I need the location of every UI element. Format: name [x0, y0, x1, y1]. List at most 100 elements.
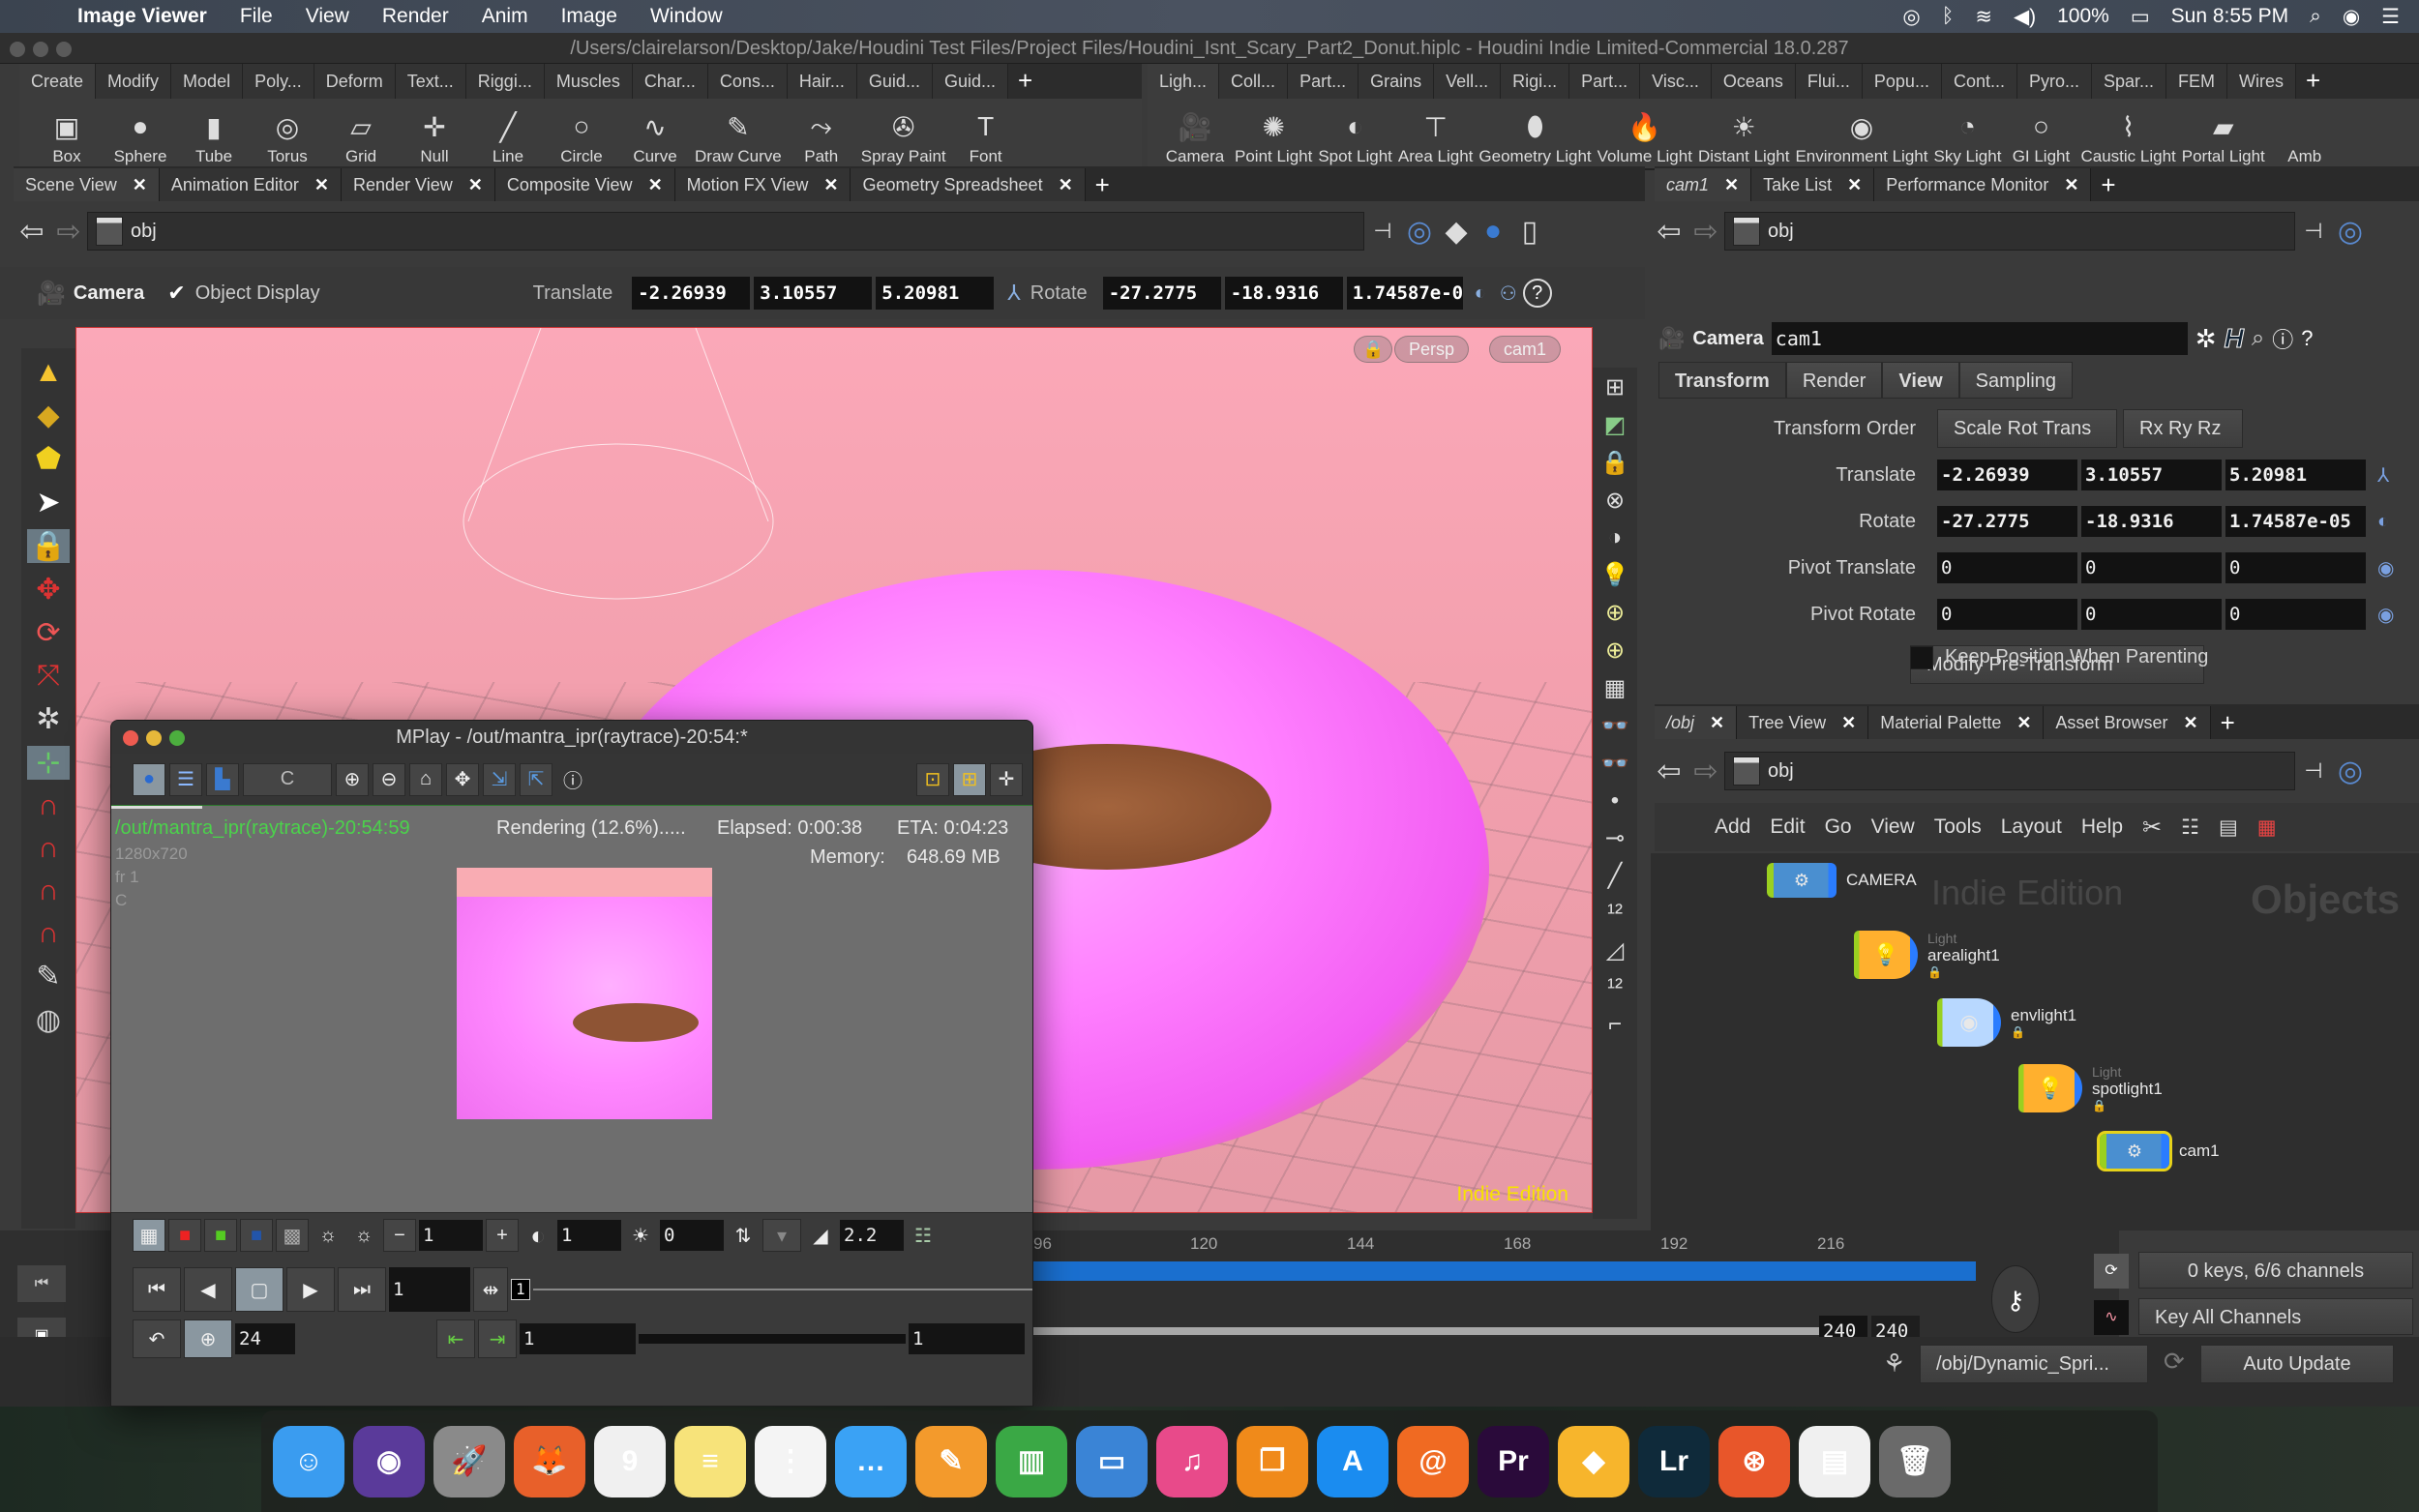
lock-view-icon[interactable]: 🔒 — [1600, 449, 1629, 477]
flipbook-icon[interactable]: ◍ — [36, 1003, 61, 1037]
close-button[interactable] — [123, 730, 138, 746]
frame-slider[interactable] — [533, 1289, 1032, 1290]
shelf-tool-sphere[interactable]: ● Sphere — [106, 99, 174, 170]
pivot-rotate-z-field[interactable]: 0 — [2225, 599, 2366, 630]
render-region-icon[interactable]: ⊡ — [916, 762, 949, 796]
background-icon[interactable]: ▯ — [1511, 215, 1548, 249]
shelf-tool-line[interactable]: ╱ Line — [474, 99, 542, 170]
shelf-tab[interactable]: Pyro... — [2016, 64, 2092, 99]
offset-field[interactable]: 0 — [660, 1220, 724, 1251]
shelf-tool-sky-light[interactable]: ◔ Sky Light — [1933, 99, 2002, 170]
close-icon[interactable]: ✕ — [468, 168, 483, 201]
translate-handle-icon[interactable]: ⅄ — [2377, 463, 2389, 488]
display-options-icon[interactable]: ◆ — [1438, 215, 1475, 249]
tab-animation-editor[interactable]: Animation Editor ✕ — [159, 168, 342, 201]
tab-asset-browser[interactable]: Asset Browser ✕ — [2044, 706, 2211, 739]
tab-tree-view[interactable]: Tree View ✕ — [1737, 706, 1869, 739]
battery-icon[interactable]: ▭ — [2131, 5, 2150, 29]
grid-display-icon[interactable]: ⊞ — [1605, 373, 1625, 401]
link-icon[interactable]: ◎ — [2332, 755, 2369, 788]
trash-icon[interactable]: 🗑 — [1879, 1425, 1951, 1497]
shelf-tool-font[interactable]: T Font — [952, 99, 1020, 170]
snap-grid-icon[interactable]: ∩ — [38, 789, 59, 822]
exposure-icon[interactable]: ☼ — [347, 1219, 380, 1252]
display-mode-icon[interactable]: ● — [133, 762, 165, 796]
shelf-tool-spray-paint[interactable]: ✇ Spray Paint — [861, 99, 946, 170]
rotate-x-field[interactable]: -27.2775 — [1937, 506, 2077, 537]
move-tool-icon[interactable]: ✥ — [36, 573, 60, 607]
close-button[interactable] — [10, 42, 25, 57]
shelf-tool-tube[interactable]: ▮ Tube — [180, 99, 248, 170]
shelf-tab[interactable]: Visc... — [1640, 64, 1712, 99]
translate-x-field[interactable]: -2.26939 — [1937, 460, 2077, 490]
point-normal-icon[interactable]: ⊸ — [1605, 824, 1625, 852]
play-backward-button[interactable]: ◀ — [184, 1267, 232, 1312]
shelf-tab[interactable]: Text... — [395, 64, 466, 99]
shelf-tool-volume-light[interactable]: 🔥 Volume Light — [1598, 99, 1692, 170]
keep-position-checkbox[interactable] — [1910, 646, 1933, 669]
menu-view[interactable]: View — [1871, 815, 1915, 839]
shading-mode-icon[interactable]: ▦ — [1604, 674, 1627, 702]
shelf-tab[interactable]: Cont... — [1941, 64, 2017, 99]
shelf-tool-area-light[interactable]: ⊤ Area Light — [1398, 99, 1474, 170]
range-end-field[interactable]: 1 — [909, 1323, 1025, 1354]
exposure-minus-button[interactable]: − — [383, 1219, 416, 1252]
shelf-tool-draw-curve[interactable]: ✎ Draw Curve — [695, 99, 782, 170]
node-cam1[interactable]: ⚙ cam1 — [2097, 1131, 2220, 1171]
vector-display-icon[interactable]: ╱ — [1608, 862, 1622, 890]
firefox-icon[interactable]: 🦊 — [514, 1425, 585, 1497]
close-icon[interactable]: ✕ — [2016, 706, 2031, 739]
notes-icon[interactable]: ✎ — [36, 960, 60, 993]
pivot-rotate-handle-icon[interactable]: ◉ — [2377, 603, 2394, 627]
close-icon[interactable]: ✕ — [2183, 706, 2197, 739]
step-frame-icon[interactable]: ⇹ — [473, 1267, 508, 1312]
close-icon[interactable]: ✕ — [133, 168, 147, 201]
siri-icon[interactable]: ◉ — [2343, 5, 2360, 29]
notes-icon[interactable]: ≡ — [674, 1425, 746, 1497]
pivot-translate-y-field[interactable]: 0 — [2081, 552, 2222, 583]
menu-render[interactable]: Render — [382, 5, 449, 28]
blue-channel-icon[interactable]: ■ — [240, 1219, 273, 1252]
tab-take-list[interactable]: Take List ✕ — [1751, 168, 1875, 201]
pan-icon[interactable]: ✛ — [990, 762, 1023, 796]
minimize-button[interactable] — [33, 42, 48, 57]
shelf-tab[interactable]: Poly... — [243, 64, 314, 99]
forward-arrow-icon[interactable]: ⇨ — [1687, 755, 1724, 788]
shelf-tab[interactable]: Popu... — [1862, 64, 1942, 99]
shelf-tab[interactable]: Deform — [314, 64, 396, 99]
menu-edit[interactable]: Edit — [1770, 815, 1805, 839]
stop-button[interactable]: ▢ — [235, 1267, 284, 1312]
offset-icon[interactable]: ☀ — [624, 1219, 657, 1252]
keynote-icon[interactable]: ▭ — [1076, 1425, 1148, 1497]
network-editor[interactable]: Indie Edition Objects ⚙ CAMERA 💡 Light ar… — [1651, 853, 2419, 1230]
subtab-transform[interactable]: Transform — [1658, 362, 1786, 399]
back-arrow-icon[interactable]: ⇦ — [1651, 215, 1687, 249]
premiere-icon[interactable]: Pr — [1478, 1425, 1549, 1497]
key-icon[interactable]: ⚷ — [1991, 1265, 2040, 1333]
keys-status-dropdown[interactable]: 0 keys, 6/6 channels — [2138, 1252, 2413, 1289]
books-icon[interactable]: ❐ — [1237, 1425, 1308, 1497]
node-envlight1[interactable]: ◉ envlight1 🔒 — [1937, 998, 2076, 1047]
sketch-icon[interactable]: ◆ — [1558, 1425, 1629, 1497]
gear-icon[interactable]: ✲ — [2195, 324, 2217, 354]
shelf-tool-caustic-light[interactable]: ⌇ Caustic Light — [2080, 99, 2175, 170]
shelf-tool-environment-light[interactable]: ◉ Environment Light — [1795, 99, 1927, 170]
menu-window[interactable]: Window — [650, 5, 723, 28]
projection-menu[interactable]: Persp — [1394, 336, 1470, 363]
shelf-tab[interactable]: Guid... — [856, 64, 933, 99]
channel-graph-icon[interactable]: ∿ — [2094, 1300, 2129, 1335]
node-arealight1[interactable]: 💡 Light arealight1 🔒 — [1854, 931, 2000, 979]
hq-lighting-icon[interactable]: ⊕ — [1605, 599, 1625, 627]
zoom-button[interactable] — [169, 730, 185, 746]
translate-y-field[interactable]: 3.10557 — [2081, 460, 2222, 490]
search-icon[interactable]: ⌕ — [2252, 325, 2264, 352]
node-camera[interactable]: ⚙ CAMERA — [1767, 863, 1917, 898]
tab-render-view[interactable]: Render View ✕ — [342, 168, 495, 201]
messages-icon[interactable]: … — [835, 1425, 907, 1497]
shelf-tab[interactable]: Model — [171, 64, 244, 99]
translate-z-field[interactable]: 5.20981 — [876, 277, 995, 310]
clock[interactable]: Sun 8:55 PM — [2171, 5, 2288, 28]
close-icon[interactable]: ✕ — [648, 168, 663, 201]
scale-tool-icon[interactable]: ⤧ — [37, 660, 60, 693]
object-display-checkbox[interactable]: ✔ — [167, 281, 185, 306]
